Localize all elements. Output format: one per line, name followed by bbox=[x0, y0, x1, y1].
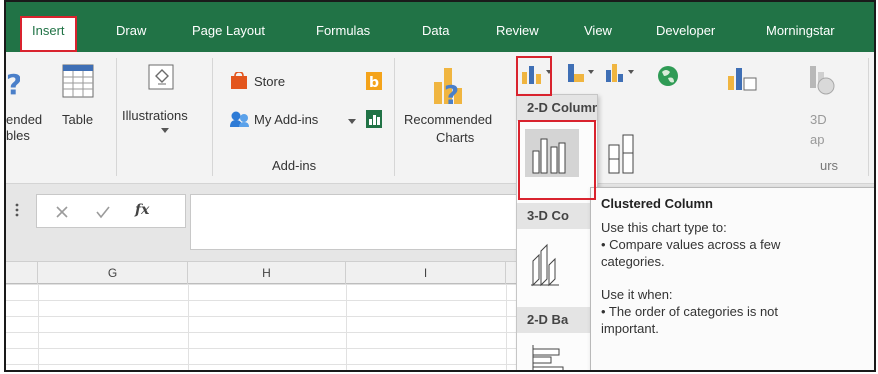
gridline bbox=[506, 284, 507, 370]
recommended-pivottables-icon[interactable]: ? bbox=[6, 66, 20, 106]
enter-check-icon[interactable] bbox=[95, 205, 111, 219]
section-3d-column: 3-D Co bbox=[517, 203, 597, 229]
tab-formulas[interactable]: Formulas bbox=[316, 22, 370, 40]
clustered-bar-icon[interactable] bbox=[529, 345, 589, 372]
tab-draw[interactable]: Draw bbox=[116, 22, 146, 40]
ribbon-separator bbox=[116, 58, 117, 176]
gridline bbox=[346, 284, 347, 370]
my-addins-icon[interactable] bbox=[230, 110, 250, 128]
tooltip-text: • The order of categories is not bbox=[601, 304, 779, 319]
column-header-h[interactable]: H bbox=[188, 262, 346, 284]
tooltip-text: categories. bbox=[601, 254, 665, 269]
stacked-column-icon[interactable] bbox=[603, 129, 657, 177]
column-chart-icon[interactable] bbox=[520, 64, 544, 84]
tab-morningstar[interactable]: Morningstar bbox=[766, 22, 835, 40]
column-header-i[interactable]: I bbox=[346, 262, 506, 284]
tooltip-text: Use it when: bbox=[601, 287, 673, 302]
clustered-column-icon[interactable] bbox=[525, 129, 579, 177]
recommended-charts-icon[interactable]: ? bbox=[432, 64, 468, 108]
column-chart-gallery: 2-D Column 3-D Co 2-D Ba bbox=[516, 94, 634, 372]
illustrations-label[interactable]: Illustrations bbox=[122, 108, 188, 124]
column-header-g[interactable]: G bbox=[38, 262, 188, 284]
tooltip-text: Use this chart type to: bbox=[601, 220, 727, 235]
formula-buttons-box: fx bbox=[36, 194, 186, 228]
store-icon[interactable] bbox=[230, 72, 248, 90]
section-2d-column: 2-D Column bbox=[517, 95, 597, 121]
tab-data[interactable]: Data bbox=[422, 22, 449, 40]
chevron-down-icon bbox=[161, 128, 169, 133]
pivotchart-icon[interactable] bbox=[726, 66, 758, 92]
tab-view[interactable]: View bbox=[584, 22, 612, 40]
svg-text:b: b bbox=[369, 75, 379, 90]
tooltip-text: • Compare values across a few bbox=[601, 237, 781, 252]
3d-clustered-column-icon[interactable] bbox=[527, 241, 587, 289]
table-button-label[interactable]: Table bbox=[62, 112, 93, 128]
gridline bbox=[38, 284, 39, 370]
table-icon[interactable] bbox=[62, 64, 94, 98]
chevron-down-icon[interactable] bbox=[546, 70, 552, 76]
section-2d-bar: 2-D Ba bbox=[517, 307, 597, 333]
recommended-pivottables-label-2: bles bbox=[6, 128, 30, 143]
3d-map-label[interactable]: 3D bbox=[810, 112, 827, 128]
maps-icon[interactable] bbox=[656, 64, 680, 88]
tooltip-text: important. bbox=[601, 321, 659, 336]
chevron-down-icon[interactable] bbox=[628, 70, 634, 76]
insert-function-button[interactable]: fx bbox=[135, 202, 149, 218]
illustrations-icon[interactable] bbox=[148, 64, 174, 90]
insert-ribbon: ? ended bles Table Illustrations bbox=[6, 52, 874, 184]
my-addins-button-label[interactable]: My Add-ins bbox=[254, 112, 318, 128]
tab-page-layout[interactable]: Page Layout bbox=[192, 22, 265, 40]
3d-map-icon[interactable] bbox=[806, 64, 840, 98]
ribbon-separator bbox=[868, 58, 869, 176]
ribbon-separator bbox=[212, 58, 213, 176]
pie-chart-icon[interactable] bbox=[604, 62, 626, 84]
tab-review[interactable]: Review bbox=[496, 22, 539, 40]
excel-window: Insert Draw Page Layout Formulas Data Re… bbox=[4, 0, 876, 372]
bing-icon[interactable]: b bbox=[366, 72, 382, 90]
line-chart-icon[interactable] bbox=[566, 62, 588, 84]
recommended-pivottables-label[interactable]: ended bbox=[6, 112, 42, 128]
chevron-down-icon[interactable] bbox=[588, 70, 594, 76]
tours-group-label: urs bbox=[820, 158, 839, 173]
svg-text:?: ? bbox=[6, 68, 20, 101]
ribbon-tab-bar: Insert Draw Page Layout Formulas Data Re… bbox=[6, 2, 874, 52]
gridline bbox=[188, 284, 189, 370]
tab-insert[interactable]: Insert bbox=[20, 16, 77, 52]
chart-type-tooltip: Clustered Column Use this chart type to:… bbox=[590, 187, 874, 370]
tab-developer[interactable]: Developer bbox=[656, 22, 715, 40]
tooltip-title: Clustered Column bbox=[601, 196, 713, 211]
cancel-icon[interactable] bbox=[55, 205, 69, 219]
3d-map-label-2: ap bbox=[810, 132, 825, 147]
recommended-charts-label[interactable]: Recommended bbox=[404, 112, 492, 128]
addins-group-label: Add-ins bbox=[272, 158, 317, 173]
more-options-icon[interactable] bbox=[14, 202, 20, 218]
people-graph-icon[interactable] bbox=[366, 110, 382, 128]
column-header-partial[interactable] bbox=[6, 262, 38, 284]
store-button-label[interactable]: Store bbox=[254, 74, 285, 90]
svg-text:?: ? bbox=[444, 81, 459, 108]
chevron-down-icon[interactable] bbox=[348, 119, 356, 125]
ribbon-separator bbox=[394, 58, 395, 176]
recommended-charts-label-2: Charts bbox=[436, 130, 475, 145]
